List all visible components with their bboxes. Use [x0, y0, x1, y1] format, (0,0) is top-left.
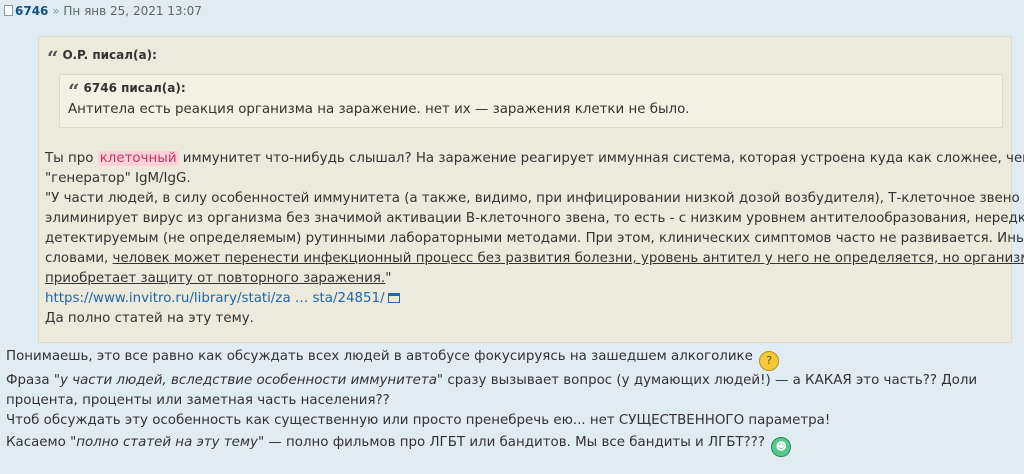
reply-body: Понимаешь, это все равно как обсуждать в… [6, 347, 1016, 457]
inner-quote-header: “6746 писал(а): [68, 79, 186, 103]
outer-quote-line: "У части людей, в силу особенностей имму… [45, 191, 1020, 206]
outer-quote-line: "генератор" IgM/IgG. [45, 171, 191, 186]
text-span: " [385, 271, 392, 286]
reply-line: Касаемо "полно статей на эту тему" — пол… [6, 433, 1016, 457]
outer-quote: “O.P. писал(а): “6746 писал(а): Антитела… [38, 36, 1024, 343]
outer-quote-author: O.P. писал(а): [62, 48, 157, 62]
text-span: Понимаешь, это все равно как обсуждать в… [6, 349, 753, 364]
inner-quote: “6746 писал(а): Антитела есть реакция ор… [59, 74, 1003, 128]
underlined-text: человек может перенести инфекционный про… [112, 251, 1024, 266]
text-span: словами, [45, 251, 113, 266]
text-span: " — полно фильмов про ЛГБТ или бандитов.… [257, 435, 765, 450]
quote-mark-icon: “ [47, 46, 59, 70]
thinking-smiley-icon: ? [759, 351, 780, 371]
text-span: " сразу вызывает вопрос (у думающих люде… [436, 373, 978, 388]
outer-quote-header: “O.P. писал(а): [47, 46, 157, 70]
external-link[interactable]: https://www.invitro.ru/library/stati/za … [45, 291, 385, 306]
outer-quote-line: Да полно статей на эту тему. [45, 311, 254, 326]
post-date: Пн янв 25, 2021 13:07 [63, 4, 202, 18]
text-span: Касаемо " [6, 435, 77, 450]
outer-quote-line: словами, человек может перенести инфекци… [45, 249, 1024, 269]
inner-quote-text: Антитела есть реакция организма на зараж… [68, 102, 690, 117]
reply-line: Чтоб обсуждать эту особенность как сущес… [6, 413, 831, 428]
outer-quote-line: элиминирует вирус из организма без значи… [45, 211, 1024, 226]
underlined-text: приобретает защиту от повторного заражен… [45, 271, 386, 286]
reply-line: процента, проценты или заметная часть на… [6, 393, 390, 408]
highlighted-term: клеточный [97, 151, 179, 166]
inner-quote-author: 6746 писал(а): [83, 81, 186, 95]
text-span: Ты про [45, 151, 98, 166]
text-span: Фраза " [6, 373, 60, 388]
post-icon[interactable] [4, 5, 13, 16]
grin-smiley-icon: ☻ [771, 437, 792, 457]
reply-line: Понимаешь, это все равно как обсуждать в… [6, 347, 1016, 371]
emphasized-text: полно статей на эту тему [76, 435, 258, 450]
outer-quote-line: детектируемым (не определяемым) рутинным… [45, 231, 1024, 246]
post-author-link[interactable]: 6746 [15, 4, 48, 18]
outer-quote-line: приобретает защиту от повторного заражен… [45, 269, 1005, 289]
header-separator: » [52, 4, 60, 18]
emphasized-text: у части людей, вследствие особенности им… [59, 373, 437, 388]
post-header: 6746 » Пн янв 25, 2021 13:07 [4, 2, 202, 20]
text-span: иммунитет что-нибудь слышал? На заражени… [178, 151, 1024, 166]
external-link-icon[interactable] [387, 293, 400, 303]
outer-quote-line: https://www.invitro.ru/library/stati/za … [45, 289, 1005, 309]
outer-quote-line: Ты про клеточный иммунитет что-нибудь сл… [45, 149, 1024, 169]
reply-line: Фраза "у части людей, вследствие особенн… [6, 371, 1016, 391]
quote-mark-icon: “ [68, 79, 80, 103]
outer-quote-body: Ты про клеточный иммунитет что-нибудь сл… [45, 149, 1024, 329]
